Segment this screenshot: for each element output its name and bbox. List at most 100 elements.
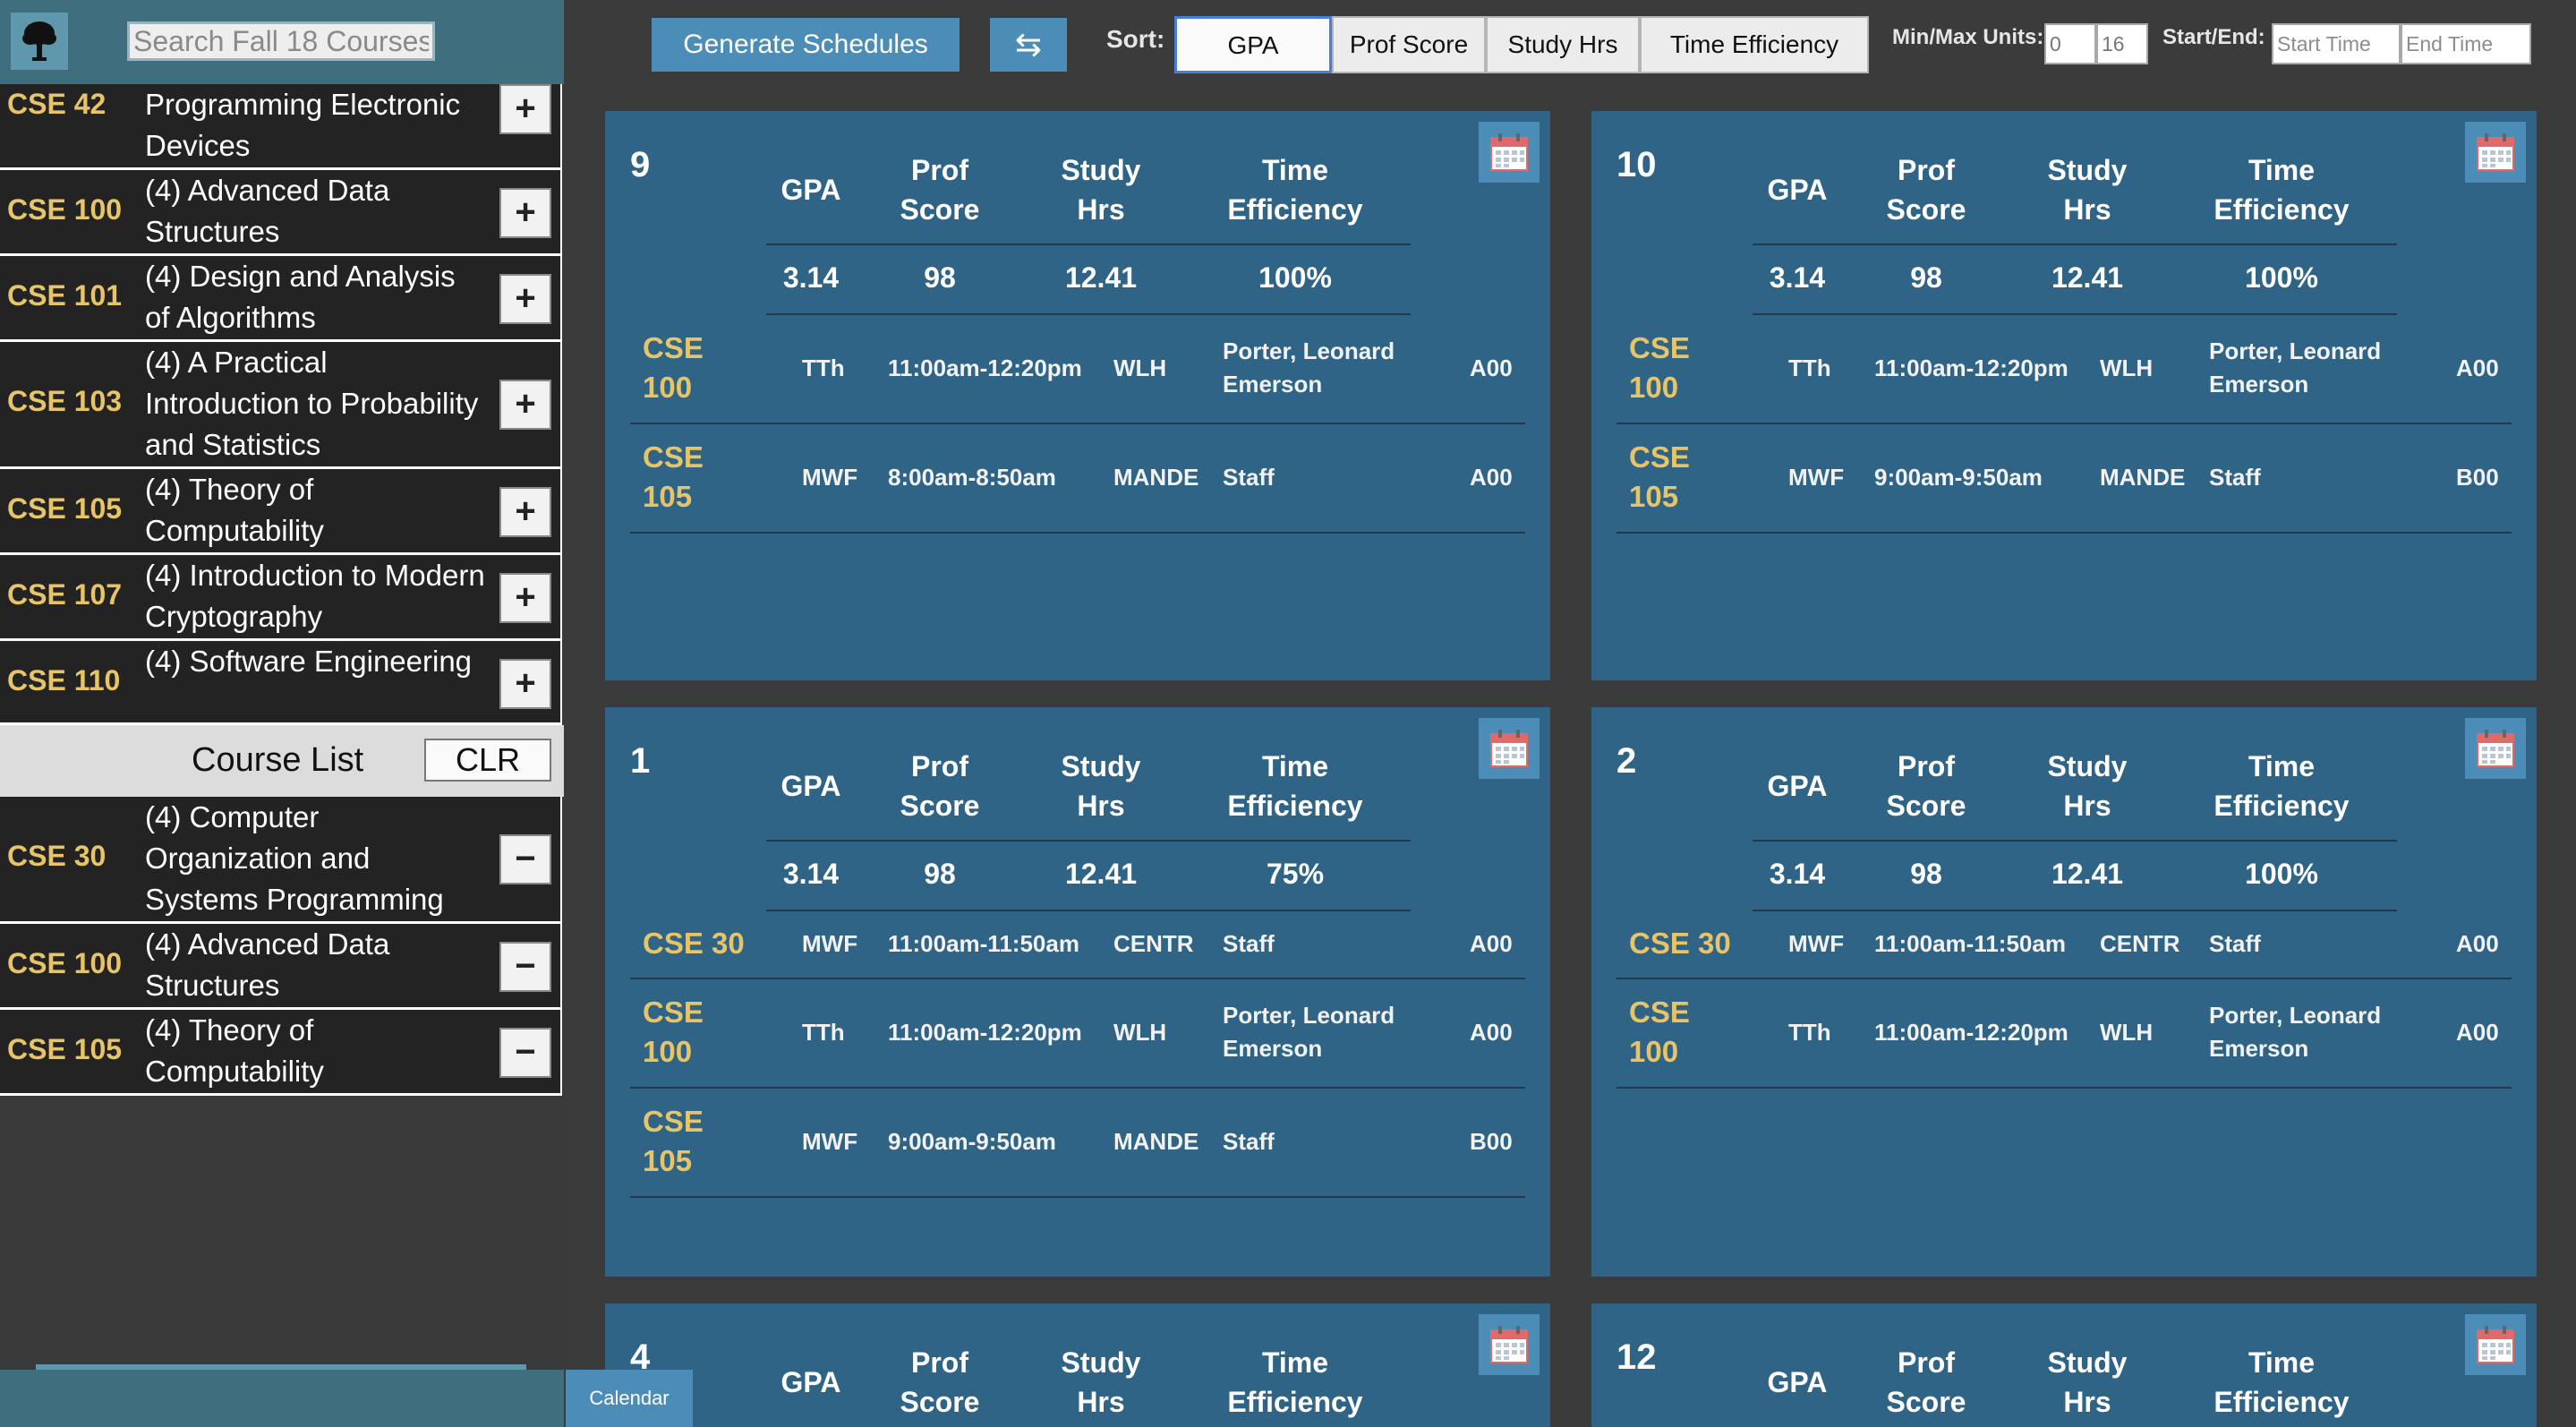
schedule-number: 9 (630, 145, 651, 184)
max-units-input[interactable] (2096, 23, 2148, 64)
time-efficiency-header: Time Efficiency (2183, 1343, 2380, 1422)
sort-gpa-button[interactable]: GPA (1174, 16, 1332, 73)
search-result-row: CSE 105 (4) Theory of Computability + (0, 469, 562, 555)
schedule-number: 1 (630, 741, 651, 781)
search-result-row: CSE 100 (4) Advanced Data Structures + (0, 170, 562, 256)
sort-study-hrs-button[interactable]: Study Hrs (1486, 16, 1640, 73)
remove-course-button[interactable]: − (499, 1028, 551, 1078)
section-course-code: CSE 105 (643, 438, 704, 517)
course-list-item: CSE 105 (4) Theory of Computability − (0, 1010, 562, 1096)
time-efficiency-value: 100% (2245, 858, 2318, 890)
course-title: (4) Theory of Computability (145, 1013, 324, 1088)
course-list-item: CSE 100 (4) Advanced Data Structures − (0, 924, 562, 1010)
schedule-card: 12 GPA Prof Score Study Hrs Time Efficiency (1591, 1303, 2537, 1427)
course-code-line: 100 (643, 371, 693, 404)
swap-icon[interactable]: ⇆ (990, 18, 1067, 72)
course-title: (4) Theory of Computability (145, 473, 324, 547)
end-time-input[interactable] (2401, 23, 2531, 64)
course-code: CSE 105 (7, 1033, 123, 1065)
add-course-button[interactable]: + (499, 380, 551, 430)
time-efficiency-header: Time Efficiency (1197, 747, 1394, 825)
section-id: B00 (2456, 464, 2499, 491)
section-id: A00 (2456, 355, 2499, 381)
min-units-input[interactable] (2044, 23, 2096, 64)
clear-course-list-button[interactable]: CLR (424, 739, 551, 782)
section-time: 11:00am-11:50am (1874, 930, 2066, 957)
tree-logo-icon[interactable] (11, 13, 68, 70)
professor-line: Staff (2209, 930, 2261, 957)
sort-time-efficiency-button[interactable]: Time Efficiency (1640, 16, 1869, 73)
section-building: CENTR (1113, 930, 1194, 957)
generate-schedules-button[interactable]: Generate Schedules (652, 18, 960, 72)
section-course-code: CSE 105 (1629, 438, 1690, 517)
study-hrs-value: 12.41 (1064, 858, 1138, 890)
section-row: CSE 100 TTh 11:00am-12:20pm WLH A00 Porter, Le… (630, 313, 1525, 424)
add-course-button[interactable]: + (499, 274, 551, 324)
calendar-tab[interactable]: Calendar (566, 1370, 693, 1427)
add-course-button[interactable]: + (499, 487, 551, 537)
calendar-icon[interactable] (2465, 122, 2526, 183)
section-course-code: CSE 30 (643, 924, 745, 963)
start-time-input[interactable] (2272, 23, 2401, 64)
course-title: (4) Advanced Data Structures (145, 927, 390, 1002)
search-result-row: CSE 103 (4) A Practical Introduction to … (0, 342, 562, 469)
section-building: WLH (2100, 355, 2154, 381)
sort-prof-score-button[interactable]: Prof Score (1332, 16, 1486, 73)
header-line: Time (2248, 1346, 2316, 1379)
course-search-input[interactable] (127, 21, 435, 61)
header-line: Study (1061, 750, 1141, 782)
remove-course-button[interactable]: − (499, 942, 551, 992)
section-course-code: CSE 105 (643, 1102, 704, 1181)
section-time: 9:00am-9:50am (1874, 464, 2043, 491)
section-row: CSE 105 MWF 9:00am-9:50am MANDE B00 Staff (1616, 423, 2512, 534)
add-course-button[interactable]: + (499, 84, 551, 134)
course-title: (4) Computer Organization and Systems Pr… (145, 800, 444, 916)
section-course-code: CSE 100 (643, 329, 704, 407)
calendar-glyph (2477, 1326, 2514, 1363)
course-code-line: CSE (1629, 995, 1690, 1029)
course-title: (4) Design and Analysis of Algorithms (145, 260, 456, 334)
remove-course-button[interactable]: − (499, 834, 551, 884)
header-line: Efficiency (2213, 790, 2350, 822)
course-list-item: CSE 30 (4) Computer Organization and Sys… (0, 797, 562, 924)
calendar-icon[interactable] (1479, 122, 1540, 183)
section-days: MWF (802, 930, 858, 957)
time-efficiency-value: 75% (1266, 858, 1325, 890)
add-course-button[interactable]: + (499, 573, 551, 623)
header-label: GPA (780, 1366, 841, 1398)
study-hrs-header: Study Hrs (1989, 150, 2186, 229)
stat-divider (1753, 244, 2397, 245)
section-building: CENTR (2100, 930, 2180, 957)
course-code: CSE 100 (7, 193, 123, 226)
add-course-button[interactable]: + (499, 659, 551, 709)
study-hrs-header: Study Hrs (1002, 150, 1199, 229)
course-code: CSE 107 (7, 578, 123, 611)
add-course-button[interactable]: + (499, 188, 551, 238)
course-code-line: CSE 30 (1629, 927, 1731, 960)
section-days: MWF (802, 464, 858, 491)
section-time: 11:00am-12:20pm (888, 355, 1082, 381)
section-id: B00 (1470, 1128, 1513, 1155)
schedule-number: 12 (1616, 1337, 1657, 1377)
course-code-line: CSE (643, 1105, 704, 1138)
calendar-icon[interactable] (2465, 1314, 2526, 1375)
calendar-glyph (1490, 730, 1528, 767)
toolbar: Generate Schedules ⇆ Sort: GPA Prof Scor… (566, 0, 2576, 84)
sidebar-footer (0, 1370, 564, 1427)
course-code-line: 100 (1629, 371, 1679, 404)
course-code-line: 100 (643, 1035, 693, 1068)
course-code-line: 105 (643, 480, 693, 513)
header-line: Efficiency (2213, 1386, 2350, 1418)
time-efficiency-header: Time Efficiency (2183, 747, 2380, 825)
schedule-card: 4 GPA Prof Score Study Hrs Time Efficiency (605, 1303, 1550, 1427)
professor-line: Porter, Leonard (2209, 338, 2382, 364)
section-id: A00 (1470, 1019, 1513, 1046)
professor-line: Emerson (2209, 1035, 2309, 1062)
section-building: WLH (2100, 1019, 2154, 1046)
calendar-icon[interactable] (2465, 718, 2526, 779)
calendar-icon[interactable] (1479, 1314, 1540, 1375)
calendar-icon[interactable] (1479, 718, 1540, 779)
header-line: Time (2248, 750, 2316, 782)
section-building: WLH (1113, 355, 1167, 381)
study-hrs-value: 12.41 (2051, 858, 2124, 890)
